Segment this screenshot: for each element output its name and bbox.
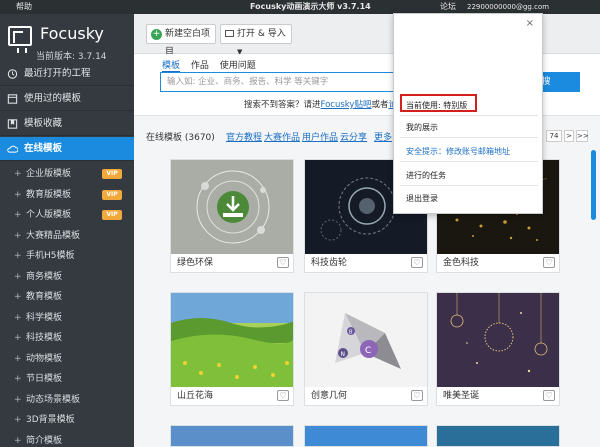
tieba-link[interactable]: Focusky贴吧: [321, 100, 372, 110]
close-icon[interactable]: ×: [526, 18, 534, 29]
bookmark-icon: [7, 119, 18, 129]
folder-icon: [225, 30, 234, 37]
template-title: 科技齿轮: [311, 258, 348, 268]
template-thumbnail: C N B: [305, 293, 427, 387]
template-card[interactable]: 山丘花海 ♡: [170, 292, 294, 406]
favorite-heart-icon[interactable]: ♡: [411, 390, 423, 401]
tab-questions[interactable]: 使用问题: [220, 61, 256, 71]
sidebar-sub-3d[interactable]: 3D背景模板: [0, 410, 134, 431]
divider: [400, 137, 538, 138]
sidebar-sub-simple[interactable]: 简介模板: [0, 431, 134, 447]
sidebar-item-used[interactable]: 使用过的模板: [0, 87, 134, 111]
filter-more[interactable]: 更多: [374, 130, 392, 143]
sidebar-sub-science[interactable]: 科学模板: [0, 308, 134, 329]
vip-badge: VIP: [102, 190, 122, 200]
template-card[interactable]: [436, 425, 560, 447]
logout-link[interactable]: 退出登录: [406, 193, 438, 204]
help-menu[interactable]: 帮助: [16, 0, 32, 14]
template-thumbnail: [437, 293, 559, 387]
user-email[interactable]: 22900000000@gg.com: [467, 0, 549, 14]
forum-link[interactable]: 论坛: [440, 0, 456, 14]
my-showcase-link[interactable]: 我的展示: [406, 122, 438, 133]
template-title: 金色科技: [443, 258, 480, 268]
template-card[interactable]: 绿色环保 ♡: [170, 159, 294, 273]
sidebar-item-label: 模板收藏: [24, 118, 63, 129]
account-dropdown: × 当前使用: 特别版 我的展示 安全提示：修改账号邮箱地址 进行的任务 退出登…: [393, 13, 543, 214]
sidebar-sub-enterprise[interactable]: 企业版模板VIP: [0, 164, 134, 185]
tab-templates[interactable]: 模板: [162, 61, 181, 72]
template-count: 在线模板 (3670): [146, 133, 215, 143]
sidebar-sub-animal[interactable]: 动物模板: [0, 349, 134, 370]
last-page-button[interactable]: >>: [576, 130, 589, 142]
svg-text:N: N: [341, 351, 346, 358]
favorite-heart-icon[interactable]: ♡: [543, 257, 555, 268]
sidebar-sub-education[interactable]: 教育模板: [0, 287, 134, 308]
template-card[interactable]: C N B 创意几何 ♡: [304, 292, 428, 406]
sidebar-sub-education-edition[interactable]: 教育版模板VIP: [0, 185, 134, 206]
template-thumbnail: [171, 160, 293, 254]
template-card[interactable]: [304, 425, 428, 447]
template-title: 绿色环保: [177, 258, 214, 268]
filter-official[interactable]: 官方教程: [226, 130, 262, 143]
app-title: Focusky动画演示大师 v3.7.14: [250, 2, 371, 11]
template-title: 创意几何: [311, 391, 348, 401]
sidebar-item-favorites[interactable]: 模板收藏: [0, 112, 134, 136]
sidebar-sub-dynamic[interactable]: 动态场景模板: [0, 390, 134, 411]
favorite-heart-icon[interactable]: ♡: [543, 390, 555, 401]
security-tip-link[interactable]: 安全提示：修改账号邮箱地址: [406, 146, 510, 157]
filter-contest[interactable]: 大赛作品: [264, 130, 300, 143]
sidebar-sub-tech[interactable]: 科技模板: [0, 328, 134, 349]
divider: [400, 161, 538, 162]
cloud-icon: [7, 145, 18, 153]
title-bar: 帮助 Focusky动画演示大师 v3.7.14 论坛 22900000000@…: [0, 0, 600, 14]
brand-name: Focusky: [40, 24, 104, 43]
divider: [400, 115, 538, 116]
logo-icon: [8, 26, 32, 53]
favorite-heart-icon[interactable]: ♡: [277, 390, 289, 401]
search-hint: 搜索不到答案？请进Focusky贴吧或者论坛: [244, 98, 405, 110]
brand-logo: Focusky 当前版本: 3.7.14: [6, 22, 126, 62]
svg-text:B: B: [349, 330, 353, 336]
vip-badge: VIP: [102, 210, 122, 220]
next-page-button[interactable]: >: [564, 130, 574, 142]
template-title: 山丘花海: [177, 391, 214, 401]
divider: [400, 185, 538, 186]
sidebar-sub-contest[interactable]: 大赛精品模板: [0, 226, 134, 247]
clock-icon: [7, 69, 18, 79]
sidebar-item-recent[interactable]: 最近打开的工程: [0, 62, 134, 86]
new-project-button[interactable]: + 新建空白项目: [146, 24, 216, 57]
sidebar-item-label: 使用过的模板: [24, 93, 82, 104]
template-thumbnail: [171, 293, 293, 387]
sidebar-sub-business[interactable]: 商务模板: [0, 267, 134, 288]
version-label: 当前版本: 3.7.14: [36, 52, 107, 62]
tasks-link[interactable]: 进行的任务: [406, 170, 446, 181]
page-number[interactable]: 74: [546, 130, 562, 142]
svg-text:C: C: [365, 346, 371, 356]
highlight-box: [400, 94, 477, 112]
sidebar-item-online[interactable]: 在线模板: [0, 137, 134, 161]
tab-works[interactable]: 作品: [191, 61, 209, 71]
sidebar: Focusky 当前版本: 3.7.14 最近打开的工程 使用过的模板 模板收藏…: [0, 14, 134, 447]
search-tabs: 模板 作品 使用问题: [162, 58, 264, 72]
template-icon: [7, 94, 18, 104]
sidebar-item-label: 在线模板: [24, 143, 63, 154]
template-card[interactable]: [170, 425, 294, 447]
favorite-heart-icon[interactable]: ♡: [277, 257, 289, 268]
sidebar-item-label: 最近打开的工程: [24, 68, 91, 79]
template-title: 唯美圣诞: [443, 391, 480, 401]
template-card[interactable]: 唯美圣诞 ♡: [436, 292, 560, 406]
vip-badge: VIP: [102, 169, 122, 179]
filter-user[interactable]: 用户作品: [302, 130, 338, 143]
sidebar-sub-h5[interactable]: 手机H5模板: [0, 246, 134, 267]
sidebar-sub-holiday[interactable]: 节日模板: [0, 369, 134, 390]
filter-cloud[interactable]: 云分享: [340, 130, 367, 143]
favorite-heart-icon[interactable]: ♡: [411, 257, 423, 268]
plus-icon: +: [151, 29, 162, 40]
sidebar-sub-personal[interactable]: 个人版模板VIP: [0, 205, 134, 226]
scrollbar[interactable]: [591, 150, 596, 220]
open-import-button[interactable]: 打开 & 导入 ▼: [220, 24, 292, 56]
